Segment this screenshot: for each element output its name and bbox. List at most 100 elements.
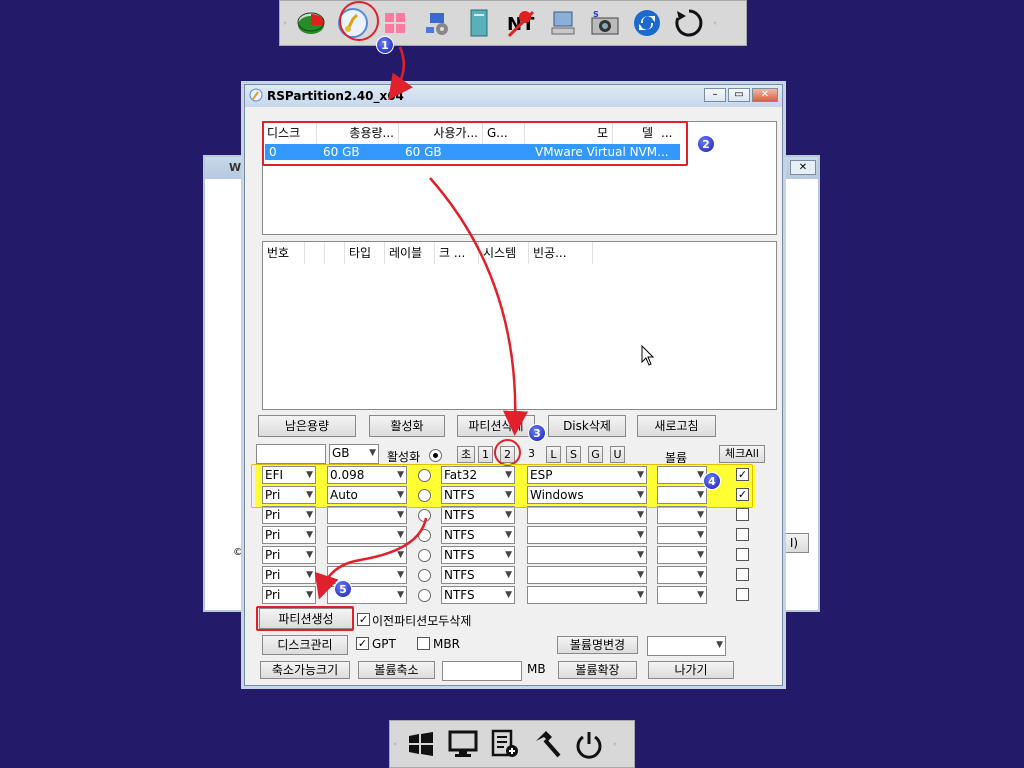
row-type-select[interactable]: Pri ▼ — [262, 546, 316, 564]
row-size-select[interactable]: ▼ — [327, 546, 407, 564]
exit-button[interactable]: 나가기 — [648, 661, 734, 679]
window-titlebar[interactable]: RSPartition2.40_x64 – ▭ ✕ — [245, 85, 782, 107]
rspartition-window: RSPartition2.40_x64 – ▭ ✕ 디스크 총용량... 사용가… — [244, 84, 783, 686]
row-volume-select[interactable]: ▼ — [657, 506, 707, 524]
col-size[interactable]: 크 ... — [435, 242, 479, 264]
refresh-icon[interactable] — [628, 4, 666, 42]
restart-icon[interactable] — [670, 4, 708, 42]
remaining-space-button[interactable]: 남은용량 — [258, 415, 356, 437]
refresh-button[interactable]: 새로고침 — [637, 415, 716, 437]
col-type[interactable]: 타입 — [345, 242, 385, 264]
preset-button-1[interactable]: 1 — [478, 446, 493, 463]
row-type-value: Pri — [265, 588, 281, 602]
row-fs-select[interactable]: NTFS ▼ — [441, 506, 515, 524]
row-volume-select[interactable]: ▼ — [657, 586, 707, 604]
row-size-select[interactable]: ▼ — [327, 526, 407, 544]
maximize-button[interactable]: ▭ — [728, 88, 750, 102]
row-type-select[interactable]: Pri ▼ — [262, 586, 316, 604]
hammer-icon[interactable] — [528, 725, 566, 763]
row-active-radio[interactable] — [418, 509, 431, 522]
preset-button-l[interactable]: L — [546, 446, 561, 463]
row-volume-select[interactable]: ▼ — [657, 526, 707, 544]
size-input[interactable] — [256, 444, 326, 464]
row-fs-select[interactable]: NTFS ▼ — [441, 566, 515, 584]
row-active-radio[interactable] — [418, 549, 431, 562]
col-blank-1[interactable] — [305, 242, 325, 264]
toolbar-grip-left[interactable]: ◦ — [390, 721, 400, 767]
row-fs-select[interactable]: NTFS ▼ — [441, 546, 515, 564]
row-type-select[interactable]: Pri ▼ — [262, 506, 316, 524]
chevron-down-icon: ▼ — [505, 510, 512, 520]
toolbar-grip-right[interactable]: ◦ — [710, 1, 720, 45]
row-checkbox[interactable] — [736, 528, 749, 541]
power-icon[interactable] — [570, 725, 608, 763]
preset-button-g[interactable]: G — [588, 446, 603, 463]
disk-management-button[interactable]: 디스크관리 — [262, 635, 348, 655]
row-checkbox[interactable] — [736, 548, 749, 561]
preset-button-3[interactable]: 3 — [524, 446, 539, 463]
annotation-box-create-partition — [256, 606, 354, 631]
partition-list[interactable]: 번호 타입 레이블 크 ... 시스템 빈공... — [262, 241, 777, 410]
row-label-select[interactable]: ▼ — [527, 506, 647, 524]
row-checkbox[interactable] — [736, 508, 749, 521]
col-number[interactable]: 번호 — [263, 242, 305, 264]
row-fs-value: NTFS — [444, 568, 475, 582]
no-t-icon[interactable]: NT — [502, 4, 540, 42]
row-volume-select[interactable]: ▼ — [657, 566, 707, 584]
book-icon[interactable] — [460, 4, 498, 42]
toolbar-grip-left[interactable]: ◦ — [280, 1, 290, 45]
unit-select[interactable]: GB ▼ — [329, 444, 379, 464]
col-free[interactable]: 빈공... — [529, 242, 593, 264]
row-volume-select[interactable]: ▼ — [657, 546, 707, 564]
delete-partition-button[interactable]: 파티션삭제 — [457, 415, 535, 437]
preset-button-0[interactable]: 초 — [457, 446, 475, 463]
minimize-button[interactable]: – — [704, 88, 726, 102]
row-label-select[interactable]: ▼ — [527, 546, 647, 564]
row-fs-select[interactable]: NTFS ▼ — [441, 586, 515, 604]
active-header-radio[interactable] — [429, 449, 442, 462]
row-active-radio[interactable] — [418, 589, 431, 602]
pc-icon[interactable] — [544, 4, 582, 42]
gpt-checkbox[interactable]: ✓ — [356, 637, 369, 650]
chevron-down-icon: ▼ — [369, 448, 376, 458]
volume-extend-button[interactable]: 볼륨확장 — [558, 661, 637, 679]
activate-button[interactable]: 활성화 — [369, 415, 445, 437]
toolbar-grip-right[interactable]: ◦ — [610, 721, 620, 767]
shrink-size-input[interactable] — [442, 661, 522, 681]
close-button[interactable]: ✕ — [752, 88, 778, 102]
preset-button-u[interactable]: U — [610, 446, 625, 463]
delete-disk-button[interactable]: Disk삭제 — [548, 415, 626, 437]
screenshot-camera-icon[interactable]: S — [586, 4, 624, 42]
row-active-radio[interactable] — [418, 569, 431, 582]
row-size-select[interactable]: ▼ — [327, 506, 407, 524]
disk-pie-icon[interactable] — [292, 4, 330, 42]
row-checkbox[interactable] — [736, 588, 749, 601]
volume-shrink-button[interactable]: 볼륨축소 — [358, 661, 435, 679]
row-label-select[interactable]: ▼ — [527, 566, 647, 584]
row-active-radio[interactable] — [418, 529, 431, 542]
row-type-select[interactable]: Pri ▼ — [262, 526, 316, 544]
row-fs-select[interactable]: NTFS ▼ — [441, 526, 515, 544]
row-label-select[interactable]: ▼ — [527, 586, 647, 604]
chevron-down-icon: ▼ — [697, 510, 704, 520]
row-checkbox[interactable] — [736, 568, 749, 581]
network-settings-icon[interactable] — [418, 4, 456, 42]
col-label[interactable]: 레이블 — [385, 242, 435, 264]
computer-icon[interactable] — [444, 725, 482, 763]
volume-rename-button[interactable]: 볼륨명변경 — [557, 636, 638, 654]
background-window-button[interactable]: I) — [779, 533, 809, 553]
windows-flag-icon[interactable] — [402, 725, 440, 763]
row-type-select[interactable]: Pri ▼ — [262, 566, 316, 584]
preset-button-s[interactable]: S — [566, 446, 581, 463]
delete-prev-checkbox[interactable]: ✓ — [357, 613, 370, 626]
row-type-value: Pri — [265, 548, 281, 562]
col-blank-2[interactable] — [325, 242, 345, 264]
shrinkable-size-button[interactable]: 축소가능크기 — [260, 661, 350, 679]
document-list-icon[interactable] — [486, 725, 524, 763]
mbr-checkbox[interactable] — [417, 637, 430, 650]
background-window-close-button[interactable]: ✕ — [790, 160, 816, 175]
volume-rename-select[interactable]: ▼ — [647, 636, 726, 656]
check-all-button[interactable]: 체크All — [719, 445, 765, 463]
row-label-select[interactable]: ▼ — [527, 526, 647, 544]
col-system[interactable]: 시스템 — [479, 242, 529, 264]
